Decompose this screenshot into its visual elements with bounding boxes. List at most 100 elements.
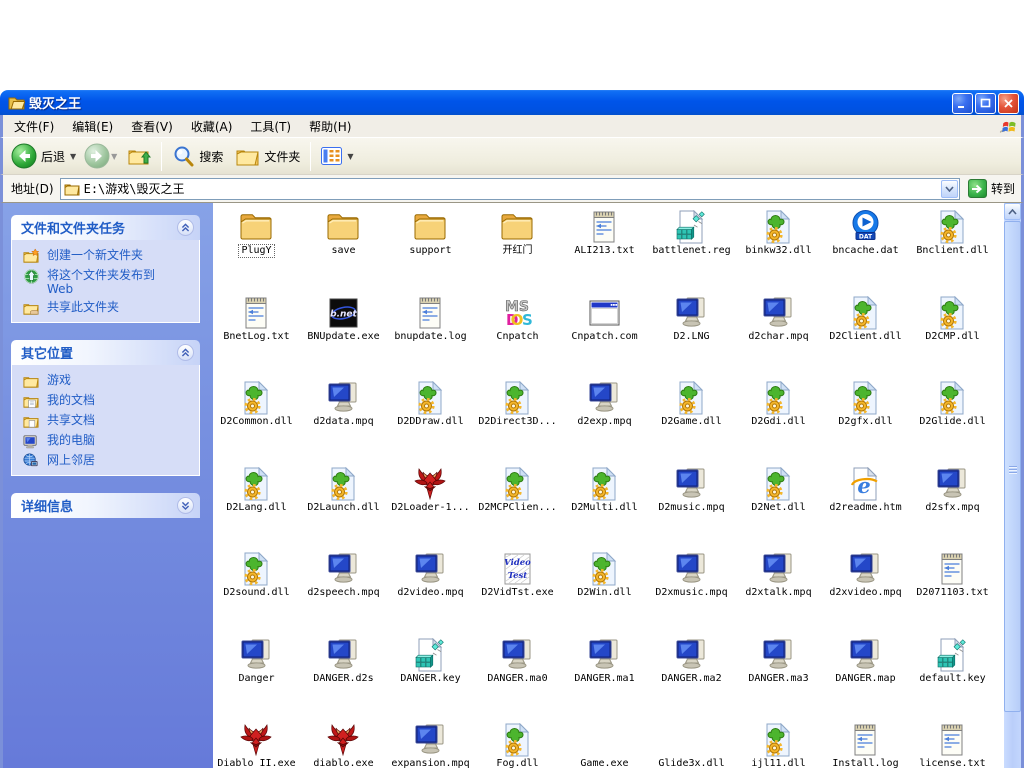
panel-header[interactable]: 文件和文件夹任务 <box>11 215 200 240</box>
menu-item-4[interactable]: 工具(T) <box>241 115 300 138</box>
file-item[interactable]: 开红门 <box>474 210 561 296</box>
menu-item-0[interactable]: 文件(F) <box>5 115 63 138</box>
file-item[interactable]: d2xvideo.mpq <box>822 552 909 638</box>
forward-button[interactable]: ▼ <box>80 143 121 169</box>
file-item[interactable]: DANGER.ma3 <box>735 638 822 724</box>
chevron-up-icon[interactable] <box>177 344 194 361</box>
task-item[interactable]: 网上邻居 <box>22 453 195 469</box>
file-item[interactable]: DANGER.ma2 <box>648 638 735 724</box>
address-input[interactable]: E:\游戏\毁灭之王 <box>60 178 960 200</box>
file-item[interactable]: DATbncache.dat <box>822 210 909 296</box>
file-item[interactable]: b.netBNUpdate.exe <box>300 296 387 382</box>
chevron-up-icon[interactable] <box>177 219 194 236</box>
task-item[interactable]: 将这个文件夹发布到 Web <box>22 268 195 296</box>
file-item[interactable]: DANGER.ma0 <box>474 638 561 724</box>
title-bar[interactable]: 毁灭之王 <box>0 90 1024 115</box>
file-item[interactable]: d2video.mpq <box>387 552 474 638</box>
panel-header[interactable]: 其它位置 <box>11 340 200 365</box>
file-item[interactable]: D2Glide.dll <box>909 381 996 467</box>
file-item[interactable]: D2Win.dll <box>561 552 648 638</box>
file-item[interactable]: D2.LNG <box>648 296 735 382</box>
file-item[interactable]: MSDOSCnpatch <box>474 296 561 382</box>
task-item[interactable]: 共享此文件夹 <box>22 300 195 316</box>
task-item[interactable]: 创建一个新文件夹 <box>22 248 195 264</box>
menu-item-3[interactable]: 收藏(A) <box>182 115 242 138</box>
file-item[interactable]: ALI213.txt <box>561 210 648 296</box>
file-item[interactable]: D2Client.dll <box>822 296 909 382</box>
file-item[interactable]: D2Net.dll <box>735 467 822 553</box>
file-item[interactable]: D2Launch.dll <box>300 467 387 553</box>
file-item[interactable]: BnetLog.txt <box>213 296 300 382</box>
file-item[interactable]: D2music.mpq <box>648 467 735 553</box>
up-button[interactable] <box>121 144 157 168</box>
file-item[interactable]: D2sound.dll <box>213 552 300 638</box>
file-item[interactable]: ijl11.dll <box>735 723 822 768</box>
folders-button[interactable]: 文件夹 <box>229 145 306 168</box>
file-item[interactable]: VideoTestD2VidTst.exe <box>474 552 561 638</box>
file-item[interactable]: support <box>387 210 474 296</box>
back-dropdown-icon[interactable]: ▼ <box>70 152 76 161</box>
go-button[interactable]: 转到 <box>968 179 1015 198</box>
file-item[interactable]: D2Common.dll <box>213 381 300 467</box>
file-item[interactable]: bnupdate.log <box>387 296 474 382</box>
file-item[interactable]: DANGER.d2s <box>300 638 387 724</box>
file-item[interactable]: D2Loader-1... <box>387 467 474 553</box>
file-item[interactable]: d2sfx.mpq <box>909 467 996 553</box>
file-item[interactable]: default.key <box>909 638 996 724</box>
file-item[interactable]: Glide3x.dll <box>648 723 735 768</box>
file-item[interactable]: Diablo II.exe <box>213 723 300 768</box>
menu-item-1[interactable]: 编辑(E) <box>63 115 122 138</box>
views-button[interactable]: ▼ <box>315 147 359 165</box>
file-item[interactable]: Cnpatch.com <box>561 296 648 382</box>
scrollbar-thumb[interactable] <box>1004 221 1021 712</box>
file-item[interactable]: diablo.exe <box>300 723 387 768</box>
file-item[interactable]: D2CMP.dll <box>909 296 996 382</box>
file-item[interactable]: DANGER.key <box>387 638 474 724</box>
file-item[interactable]: Install.log <box>822 723 909 768</box>
task-item[interactable]: 共享文档 <box>22 413 195 429</box>
file-item[interactable]: d2char.mpq <box>735 296 822 382</box>
file-item[interactable]: D2Direct3D... <box>474 381 561 467</box>
file-item[interactable]: D2xmusic.mpq <box>648 552 735 638</box>
file-item[interactable]: D2071103.txt <box>909 552 996 638</box>
task-item[interactable]: 我的文档 <box>22 393 195 409</box>
close-button[interactable] <box>998 93 1019 114</box>
file-item[interactable]: d2data.mpq <box>300 381 387 467</box>
task-item[interactable]: 游戏 <box>22 373 195 389</box>
file-item[interactable]: DANGER.map <box>822 638 909 724</box>
file-item[interactable]: binkw32.dll <box>735 210 822 296</box>
file-item[interactable]: DANGER.ma1 <box>561 638 648 724</box>
search-button[interactable]: 搜索 <box>166 145 229 168</box>
back-button[interactable]: 后退 ▼ <box>3 143 80 169</box>
scroll-up-button[interactable] <box>1004 203 1021 220</box>
file-item[interactable]: D2Gdi.dll <box>735 381 822 467</box>
file-item[interactable]: D2gfx.dll <box>822 381 909 467</box>
file-item[interactable]: D2DDraw.dll <box>387 381 474 467</box>
address-dropdown-button[interactable] <box>941 180 958 198</box>
file-item[interactable]: expansion.mpq <box>387 723 474 768</box>
file-item[interactable]: D2MCPClien... <box>474 467 561 553</box>
task-item[interactable]: 我的电脑 <box>22 433 195 449</box>
panel-header[interactable]: 详细信息 <box>11 493 200 518</box>
file-item[interactable]: D2Game.dll <box>648 381 735 467</box>
chevron-down-icon[interactable] <box>177 497 194 514</box>
file-item[interactable]: Game.exe <box>561 723 648 768</box>
menu-item-5[interactable]: 帮助(H) <box>300 115 360 138</box>
file-item[interactable]: d2xtalk.mpq <box>735 552 822 638</box>
file-item[interactable]: battlenet.reg <box>648 210 735 296</box>
views-dropdown-icon[interactable]: ▼ <box>347 152 353 161</box>
file-item[interactable]: d2speech.mpq <box>300 552 387 638</box>
file-item[interactable]: PlugY <box>213 210 300 296</box>
file-item[interactable]: Bnclient.dll <box>909 210 996 296</box>
file-item[interactable]: d2exp.mpq <box>561 381 648 467</box>
minimize-button[interactable] <box>952 93 973 114</box>
file-item[interactable]: ed2readme.htm <box>822 467 909 553</box>
file-item[interactable]: Fog.dll <box>474 723 561 768</box>
vertical-scrollbar[interactable] <box>1004 203 1021 768</box>
file-item[interactable]: D2Lang.dll <box>213 467 300 553</box>
file-item[interactable]: D2Multi.dll <box>561 467 648 553</box>
maximize-button[interactable] <box>975 93 996 114</box>
file-item[interactable]: Danger <box>213 638 300 724</box>
menu-item-2[interactable]: 查看(V) <box>122 115 182 138</box>
file-item[interactable]: license.txt <box>909 723 996 768</box>
